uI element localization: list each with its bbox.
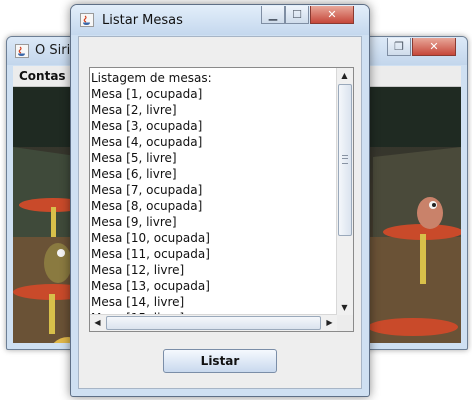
scroll-corner — [337, 315, 353, 331]
scroll-down-arrow-icon[interactable]: ▼ — [337, 300, 352, 315]
minimize-icon[interactable]: ▁ — [261, 6, 285, 24]
list-line: Mesa [5, livre] — [91, 151, 177, 165]
scroll-left-arrow-icon[interactable]: ◀ — [90, 315, 105, 330]
list-line: Mesa [7, ocupada] — [91, 183, 203, 197]
list-line: Mesa [3, ocupada] — [91, 119, 203, 133]
dialog-title: Listar Mesas — [102, 13, 183, 28]
list-line: Mesa [11, ocupada] — [91, 247, 210, 261]
java-app-icon — [15, 44, 29, 61]
list-line: Mesa [6, livre] — [91, 167, 177, 181]
mesas-list-text[interactable]: Listagem de mesas: Mesa [1, ocupada] Mesa … — [91, 70, 336, 314]
scroll-right-arrow-icon[interactable]: ▶ — [322, 315, 337, 330]
listar-button[interactable]: Listar — [163, 349, 277, 373]
java-app-icon — [80, 13, 94, 30]
vertical-scrollbar[interactable]: ▲ ▼ — [336, 68, 353, 315]
restore-icon[interactable]: ❐ — [387, 38, 411, 56]
dialog-content: Listagem de mesas: Mesa [1, ocupada] Mesa … — [78, 36, 362, 389]
horizontal-scroll-thumb[interactable] — [106, 316, 321, 330]
list-line: Mesa [4, ocupada] — [91, 135, 203, 149]
list-line: Mesa [2, livre] — [91, 103, 177, 117]
list-line: Mesa [13, ocupada] — [91, 279, 210, 293]
list-line: Mesa [12, livre] — [91, 263, 185, 277]
menu-contas[interactable]: Contas — [19, 69, 66, 83]
scroll-up-arrow-icon[interactable]: ▲ — [337, 68, 352, 83]
list-line: Mesa [8, ocupada] — [91, 199, 203, 213]
list-line: Listagem de mesas: — [91, 71, 212, 85]
maximize-icon[interactable]: ☐ — [285, 6, 309, 24]
close-icon[interactable]: ✕ — [310, 6, 354, 24]
list-line: Mesa [9, livre] — [91, 215, 177, 229]
list-line: Mesa [14, livre] — [91, 295, 185, 309]
listar-mesas-dialog[interactable]: Listar Mesas ▁ ☐ ✕ Listagem de mesas: Mes… — [70, 4, 370, 397]
list-line: Mesa [1, ocupada] — [91, 87, 203, 101]
list-line: Mesa [10, ocupada] — [91, 231, 210, 245]
horizontal-scrollbar[interactable]: ◀ ▶ — [90, 314, 337, 331]
dialog-titlebar[interactable]: Listar Mesas ▁ ☐ ✕ — [71, 5, 369, 35]
vertical-scroll-thumb[interactable] — [338, 84, 352, 236]
close-icon[interactable]: ✕ — [412, 38, 456, 56]
mesas-text-area[interactable]: Listagem de mesas: Mesa [1, ocupada] Mesa … — [89, 67, 354, 332]
